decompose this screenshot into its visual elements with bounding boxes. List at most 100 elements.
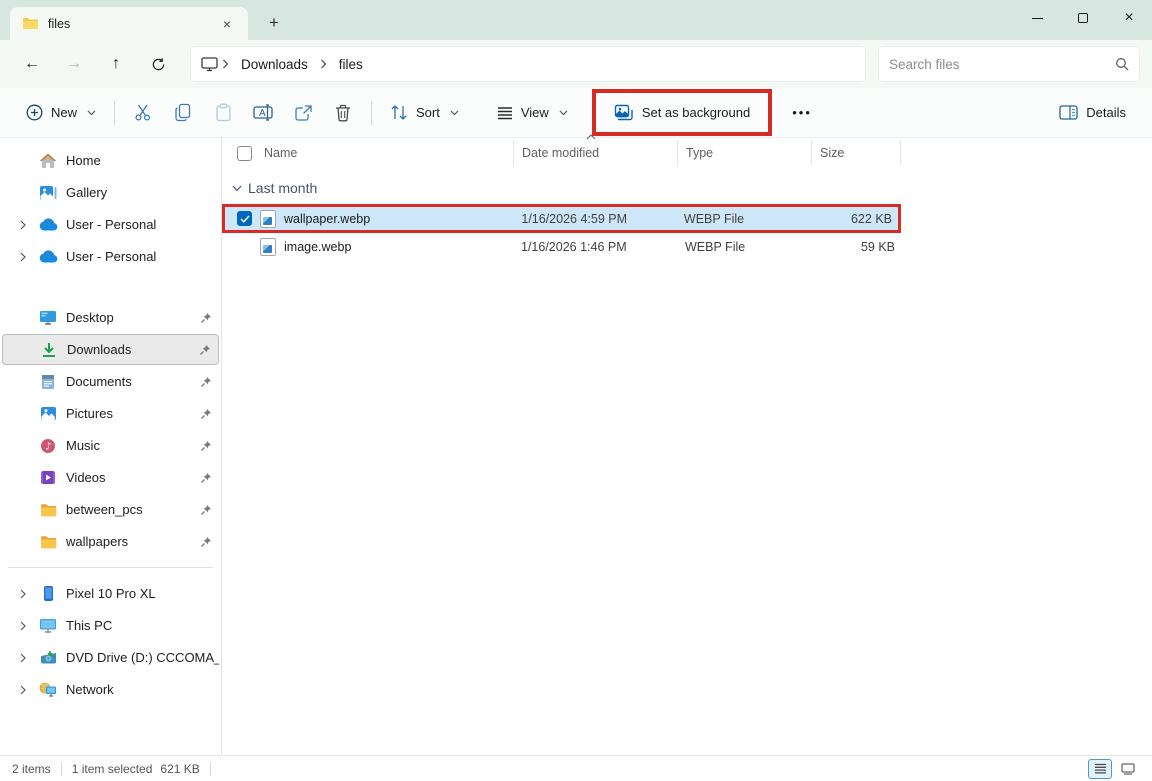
sidebar-item-label: DVD Drive (D:) CCCOMA_X64FF <box>66 650 219 665</box>
sidebar-item-music[interactable]: ♪ Music <box>2 430 219 461</box>
maximize-button[interactable] <box>1060 0 1106 36</box>
tab-title: files <box>48 17 214 31</box>
chevron-down-icon <box>87 110 96 116</box>
sidebar-item-between-pcs[interactable]: between_pcs <box>2 494 219 525</box>
sidebar-item-videos[interactable]: Videos <box>2 462 219 493</box>
sidebar-item-label: wallpapers <box>66 534 193 549</box>
details-view-icon <box>1094 763 1107 774</box>
new-tab-button[interactable]: + <box>258 9 290 37</box>
rename-button[interactable]: A <box>243 95 283 131</box>
onedrive-cloud-icon <box>38 247 58 267</box>
group-label: Last month <box>248 180 317 196</box>
view-list-icon <box>497 106 513 120</box>
chevron-right-icon[interactable] <box>14 621 32 631</box>
details-button[interactable]: Details <box>1049 95 1136 131</box>
file-list-pane: Name Date modified Type Size Last month <box>222 138 1152 755</box>
sidebar-item-documents[interactable]: Documents <box>2 366 219 397</box>
sidebar-item-label: Documents <box>66 374 193 389</box>
group-header-last-month[interactable]: Last month <box>232 180 1152 196</box>
sidebar-item-this-pc[interactable]: This PC <box>2 610 219 641</box>
navigation-bar: ← → ↑ Downloads files <box>0 40 1152 88</box>
details-pane-icon <box>1059 105 1078 120</box>
file-explorer-window: files × + × ← → ↑ Downloads files <box>0 0 1152 781</box>
sidebar-item-onedrive-personal-1[interactable]: User - Personal <box>2 209 219 240</box>
back-button[interactable]: ← <box>12 46 52 82</box>
paste-button <box>203 95 243 131</box>
copy-button[interactable] <box>163 95 203 131</box>
sidebar-item-label: Gallery <box>66 185 219 200</box>
close-button[interactable]: × <box>1106 0 1152 36</box>
up-button[interactable]: ↑ <box>96 46 136 82</box>
row-checkbox-checked[interactable] <box>237 211 252 226</box>
set-as-background-button[interactable]: Set as background <box>592 89 772 136</box>
large-icons-view-icon <box>1121 763 1135 775</box>
folder-icon <box>38 532 58 552</box>
column-type[interactable]: Type <box>677 140 811 166</box>
gallery-icon <box>38 183 58 203</box>
videos-icon <box>38 468 58 488</box>
music-icon: ♪ <box>38 436 58 456</box>
chevron-right-icon[interactable] <box>14 252 32 262</box>
sidebar-spacer <box>0 273 221 301</box>
file-row-wallpaper[interactable]: wallpaper.webp 1/16/2026 4:59 PM WEBP Fi… <box>222 204 901 233</box>
pictures-icon <box>38 404 58 424</box>
sidebar-item-pictures[interactable]: Pictures <box>2 398 219 429</box>
large-icons-view-toggle[interactable] <box>1116 759 1140 779</box>
status-divider <box>61 762 62 776</box>
details-view-toggle[interactable] <box>1088 759 1112 779</box>
toolbar-separator <box>114 101 115 125</box>
chevron-right-icon[interactable] <box>14 653 32 663</box>
file-date-modified: 1/16/2026 1:46 PM <box>513 240 677 254</box>
search-box[interactable] <box>878 46 1140 82</box>
pin-icon <box>193 376 219 388</box>
refresh-button[interactable] <box>138 46 178 82</box>
cut-button[interactable] <box>123 95 163 131</box>
file-size: 622 KB <box>809 212 898 226</box>
copy-icon <box>174 103 192 122</box>
minimize-button[interactable] <box>1014 0 1060 36</box>
column-size[interactable]: Size <box>811 140 901 166</box>
sort-button[interactable]: Sort <box>380 95 469 131</box>
sidebar-item-home[interactable]: Home <box>2 145 219 176</box>
tab-close-icon[interactable]: × <box>214 12 240 36</box>
column-name[interactable]: Name <box>222 140 513 166</box>
sort-button-label: Sort <box>416 105 440 120</box>
sidebar-item-pixel-phone[interactable]: Pixel 10 Pro XL <box>2 578 219 609</box>
explorer-tab[interactable]: files × <box>10 7 248 40</box>
file-row-image[interactable]: image.webp 1/16/2026 1:46 PM WEBP File 5… <box>222 233 1152 261</box>
breadcrumb-downloads[interactable]: Downloads <box>233 54 316 75</box>
file-type: WEBP File <box>677 240 811 254</box>
file-size: 59 KB <box>811 240 901 254</box>
items-count: 2 items <box>12 762 51 776</box>
view-toggles <box>1088 759 1140 779</box>
pin-icon <box>193 504 219 516</box>
column-date-modified[interactable]: Date modified <box>513 140 677 166</box>
sidebar-item-network[interactable]: Network <box>2 674 219 705</box>
share-button[interactable] <box>283 95 323 131</box>
svg-text:A: A <box>259 108 266 119</box>
delete-button[interactable] <box>323 95 363 131</box>
sidebar-item-dvd-drive[interactable]: DVD Drive (D:) CCCOMA_X64FF <box>2 642 219 673</box>
sidebar-item-label: Music <box>66 438 193 453</box>
sidebar-item-gallery[interactable]: Gallery <box>2 177 219 208</box>
chevron-right-icon[interactable] <box>14 220 32 230</box>
breadcrumb-chevron-icon <box>222 59 229 69</box>
sidebar-item-onedrive-personal-2[interactable]: User - Personal <box>2 241 219 272</box>
select-all-checkbox[interactable] <box>237 146 252 161</box>
pin-icon <box>193 408 219 420</box>
address-bar[interactable]: Downloads files <box>190 46 866 82</box>
chevron-right-icon[interactable] <box>14 685 32 695</box>
chevron-right-icon[interactable] <box>14 589 32 599</box>
this-pc-icon <box>38 616 58 636</box>
search-input[interactable] <box>889 57 1115 72</box>
new-button[interactable]: New <box>16 95 106 131</box>
view-button[interactable]: View <box>487 95 578 131</box>
breadcrumb-files[interactable]: files <box>331 54 371 75</box>
command-bar: New A Sort View <box>0 88 1152 138</box>
chevron-down-icon <box>450 110 459 116</box>
sidebar-item-downloads[interactable]: Downloads <box>2 334 219 365</box>
sidebar-item-desktop[interactable]: Desktop <box>2 302 219 333</box>
more-options-button[interactable]: ••• <box>784 95 820 131</box>
sidebar-item-wallpapers[interactable]: wallpapers <box>2 526 219 557</box>
forward-button: → <box>54 46 94 82</box>
